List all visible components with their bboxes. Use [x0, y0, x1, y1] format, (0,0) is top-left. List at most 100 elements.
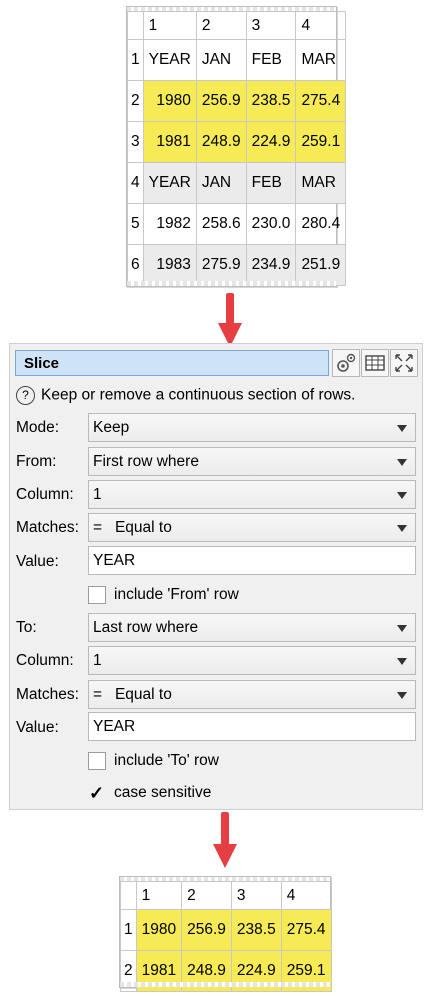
case-sensitive-checkbox[interactable]: ✓ — [88, 784, 106, 802]
description-text: Keep or remove a continuous section of r… — [41, 386, 356, 404]
table-row: 1 1980 256.9 238.5 275.4 — [120, 909, 332, 951]
to-column-label: Column: — [16, 652, 74, 669]
table-cell: 248.9 — [195, 121, 247, 163]
to-value-label: Value: — [16, 719, 59, 736]
column-header[interactable]: 1 — [142, 11, 197, 40]
column-header[interactable]: 3 — [245, 11, 297, 40]
column-header[interactable]: 4 — [295, 11, 347, 40]
to-value: Last row where — [93, 619, 199, 636]
from-column-label: Column: — [16, 486, 74, 503]
case-sensitive-label: case sensitive — [114, 784, 212, 801]
panel-title-bar[interactable]: Slice — [15, 350, 329, 376]
row-header[interactable]: 6 — [127, 244, 144, 286]
column-header[interactable]: 4 — [280, 881, 332, 910]
include-from-label: include 'From' row — [114, 586, 239, 603]
table-cell: 238.5 — [230, 909, 282, 951]
table-cell: 1980 — [142, 80, 197, 122]
column-header[interactable]: 2 — [181, 881, 232, 910]
mode-value: Keep — [93, 419, 130, 436]
help-icon[interactable]: ? — [16, 386, 35, 405]
table-row: 5 1982 258.6 230.0 280.4 — [127, 203, 347, 245]
column-header[interactable]: 2 — [195, 11, 247, 40]
input-grid: 1 2 3 4 1 YEAR JAN FEB MAR 2 1980 256.9 238.5 275.4 3 1… — [127, 11, 347, 286]
table-cell: 251.9 — [295, 244, 347, 286]
output-table: 1 2 3 4 1 1980 256.9 238.5 275.4 2 1981 248.9 224.9 2… — [119, 876, 332, 992]
table-cell: JAN — [195, 39, 247, 81]
row-header[interactable]: 1 — [120, 909, 137, 951]
table-cell: MAR — [295, 39, 347, 81]
corner-cell — [127, 11, 144, 40]
expand-icon — [395, 354, 413, 372]
table-cell: 275.4 — [280, 909, 332, 951]
down-arrow-icon — [213, 812, 237, 870]
to-column-value: 1 — [93, 652, 102, 669]
from-value-text: YEAR — [93, 552, 136, 569]
from-value-label: Value: — [16, 553, 59, 570]
slice-panel: Slice ? Keep or remove a continuous secti… — [9, 343, 423, 810]
table-cell: 1982 — [142, 203, 197, 245]
table-cell: YEAR — [142, 39, 197, 81]
from-value-input[interactable]: YEAR — [88, 546, 416, 575]
from-matches-dropdown[interactable]: = Equal to — [88, 513, 416, 542]
torn-edge — [120, 982, 330, 987]
include-to-label: include 'To' row — [114, 752, 219, 769]
chevron-down-icon — [397, 658, 407, 665]
from-column-dropdown[interactable]: 1 — [88, 480, 416, 509]
from-column-value: 1 — [93, 486, 102, 503]
row-header[interactable]: 4 — [127, 162, 144, 204]
table-cell: 275.4 — [295, 80, 347, 122]
table-cell: 234.9 — [245, 244, 297, 286]
table-cell: 259.1 — [295, 121, 347, 163]
column-header-row: 1234 — [127, 11, 347, 40]
table-cell: MAR — [295, 162, 347, 204]
to-matches-dropdown[interactable]: = Equal to — [88, 680, 416, 709]
column-header[interactable]: 3 — [230, 881, 282, 910]
from-value: First row where — [93, 453, 199, 470]
torn-edge — [127, 281, 336, 286]
table-cell: FEB — [245, 39, 297, 81]
settings-gears-button[interactable] — [332, 349, 360, 377]
column-header-row: 1234 — [120, 881, 332, 910]
to-matches-label: Matches: — [16, 686, 79, 703]
corner-cell — [120, 881, 137, 910]
table-cell: 256.9 — [195, 80, 247, 122]
chevron-down-icon — [397, 459, 407, 466]
from-label: From: — [16, 453, 57, 470]
to-dropdown[interactable]: Last row where — [88, 613, 416, 642]
table-row: 1 YEAR JAN FEB MAR — [127, 39, 347, 81]
panel-title: Slice — [24, 355, 60, 372]
row-header[interactable]: 2 — [127, 80, 144, 122]
include-from-checkbox[interactable] — [88, 586, 106, 604]
description-row: ? Keep or remove a continuous section of … — [16, 386, 355, 405]
table-cell: 1981 — [142, 121, 197, 163]
table-cell: 258.6 — [195, 203, 247, 245]
to-matches-value: = Equal to — [93, 686, 172, 703]
table-cell: 275.9 — [195, 244, 247, 286]
row-header[interactable]: 3 — [127, 121, 144, 163]
table-view-button[interactable] — [361, 349, 389, 377]
include-to-checkbox[interactable] — [88, 752, 106, 770]
down-arrow-icon — [218, 293, 242, 349]
table-cell: JAN — [195, 162, 247, 204]
table-row: 2 1980 256.9 238.5 275.4 — [127, 80, 347, 122]
chevron-down-icon — [397, 625, 407, 632]
mode-label: Mode: — [16, 419, 60, 436]
row-header[interactable]: 1 — [127, 39, 144, 81]
expand-button[interactable] — [390, 349, 418, 377]
table-cell: 224.9 — [245, 121, 297, 163]
table-cell: YEAR — [142, 162, 197, 204]
from-matches-label: Matches: — [16, 519, 79, 536]
to-label: To: — [16, 619, 37, 636]
to-column-dropdown[interactable]: 1 — [88, 646, 416, 675]
chevron-down-icon — [397, 525, 407, 532]
input-table: 1 2 3 4 1 YEAR JAN FEB MAR 2 1980 256.9 238.5 275.4 3 1… — [126, 6, 347, 287]
table-row: 4 YEAR JAN FEB MAR — [127, 162, 347, 204]
mode-dropdown[interactable]: Keep — [88, 413, 416, 442]
table-cell: FEB — [245, 162, 297, 204]
chevron-down-icon — [397, 492, 407, 499]
column-header[interactable]: 1 — [135, 881, 183, 910]
table-row: 3 1981 248.9 224.9 259.1 — [127, 121, 347, 163]
to-value-input[interactable]: YEAR — [88, 712, 416, 741]
row-header[interactable]: 5 — [127, 203, 144, 245]
from-dropdown[interactable]: First row where — [88, 447, 416, 476]
